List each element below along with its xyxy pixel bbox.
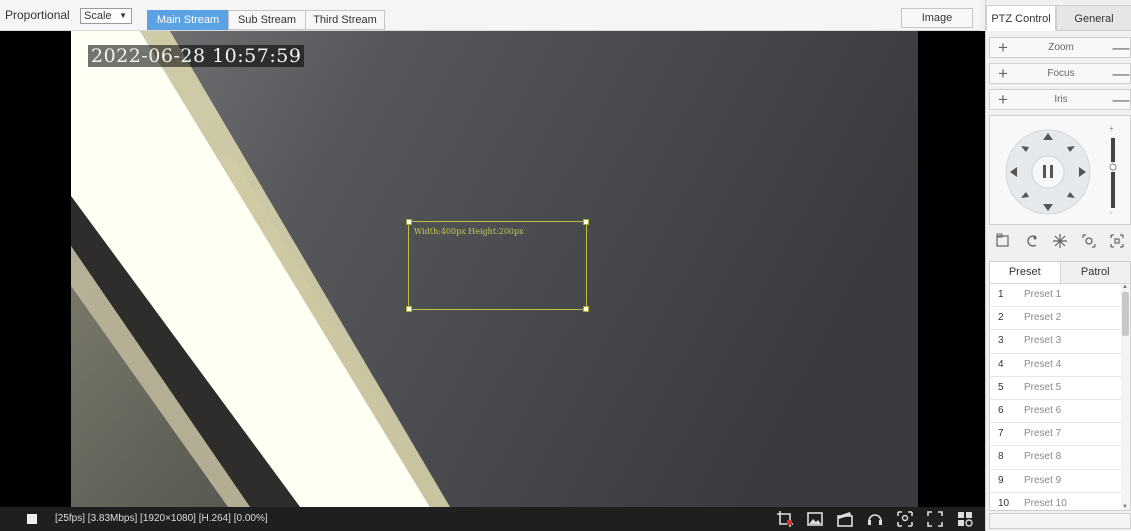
preset-number: 4 <box>998 358 1004 370</box>
preset-name: Preset 9 <box>1024 474 1062 486</box>
preset-name: Preset 5 <box>1024 381 1062 393</box>
layout-icon[interactable] <box>956 510 974 528</box>
preset-item[interactable]: 2 Preset 2 <box>990 307 1122 331</box>
tab-third-stream[interactable]: Third Stream <box>305 10 385 30</box>
roi-size-label: Width:400px Height:200px <box>414 227 524 236</box>
preset-number: 7 <box>998 428 1004 440</box>
preset-name: Preset 8 <box>1024 451 1062 463</box>
roi-handle[interactable] <box>583 219 589 225</box>
dropdown-arrow-icon: ▼ <box>119 11 127 20</box>
light-icon[interactable] <box>1079 231 1099 251</box>
zoom-out-button[interactable]: — <box>1110 38 1131 57</box>
scale-select[interactable]: Scale ▼ <box>80 8 132 24</box>
snapshot-icon[interactable] <box>806 510 824 528</box>
preset-name: Preset 7 <box>1024 428 1062 440</box>
zoom-area-icon[interactable] <box>896 510 914 528</box>
preset-number: 10 <box>998 497 1010 509</box>
preset-list: 1 Preset 1 2 Preset 2 3 Preset 3 4 Preset 4 … <box>990 284 1122 510</box>
preset-number: 9 <box>998 474 1004 486</box>
iris-close-button[interactable]: — <box>1110 90 1131 109</box>
image-button[interactable]: Image <box>901 8 973 28</box>
3d-position-icon[interactable] <box>1107 231 1127 251</box>
preset-scrollbar[interactable]: ▲ ▼ <box>1121 284 1130 510</box>
preset-item[interactable]: 9 Preset 9 <box>990 470 1122 493</box>
speed-plus-label: + <box>1109 124 1114 133</box>
iris-control: + Iris — <box>989 89 1131 110</box>
tab-preset[interactable]: Preset <box>990 262 1060 283</box>
zoom-in-button[interactable]: + <box>992 38 1014 57</box>
focus-far-button[interactable]: — <box>1110 64 1131 83</box>
preset-icon[interactable] <box>993 231 1013 251</box>
preset-item[interactable]: 5 Preset 5 <box>990 377 1122 400</box>
stream-info: [25fps] [3.83Mbps] [1920×1080] [H.264] [… <box>55 513 268 524</box>
speed-minus-label: - <box>1110 208 1113 217</box>
preset-number: 2 <box>998 312 1004 324</box>
focus-near-button[interactable]: + <box>992 64 1014 83</box>
osd-timestamp: 2022-06-28 10:57:59 <box>88 45 305 67</box>
video-tools <box>776 510 986 528</box>
zoom-control: + Zoom — <box>989 37 1131 58</box>
preset-item[interactable]: 3 Preset 3 <box>990 330 1122 354</box>
preset-tabs: Preset Patrol <box>990 262 1130 284</box>
status-bar: [25fps] [3.83Mbps] [1920×1080] [H.264] [… <box>0 507 985 531</box>
focus-control: + Focus — <box>989 63 1131 84</box>
ptz-panel: PTZ Control General Para... + Zoom — + F… <box>985 0 1131 531</box>
audio-icon[interactable] <box>866 510 884 528</box>
preset-item[interactable]: 1 Preset 1 <box>990 284 1122 308</box>
preset-item[interactable]: 4 Preset 4 <box>990 354 1122 377</box>
preset-number: 6 <box>998 404 1004 416</box>
scroll-thumb[interactable] <box>1122 292 1129 336</box>
preset-input-field[interactable] <box>989 513 1131 529</box>
preset-name: Preset 3 <box>1024 335 1062 347</box>
record-icon[interactable] <box>836 510 854 528</box>
preset-name: Preset 4 <box>1024 358 1062 370</box>
preset-item[interactable]: 10 Preset 10 <box>990 493 1122 510</box>
roi-handle[interactable] <box>406 306 412 312</box>
iris-open-button[interactable]: + <box>992 90 1014 109</box>
ptz-tools <box>989 231 1131 255</box>
wiper-icon[interactable] <box>1050 231 1070 251</box>
scroll-up-icon[interactable]: ▲ <box>1122 284 1128 290</box>
tab-main-stream[interactable]: Main Stream <box>147 10 229 30</box>
preset-number: 1 <box>998 289 1004 300</box>
scroll-down-icon[interactable]: ▼ <box>1122 504 1128 510</box>
ptz-direction-pad: + - <box>989 115 1131 225</box>
preset-number: 3 <box>998 335 1004 347</box>
tab-general-para[interactable]: General Para... <box>1056 5 1131 51</box>
roi-handle[interactable] <box>406 219 412 225</box>
roi-box[interactable]: Width:400px Height:200px <box>406 219 589 312</box>
focus-label: Focus <box>1047 68 1075 79</box>
crop-icon[interactable] <box>776 510 794 528</box>
preset-name: Preset 10 <box>1024 497 1067 509</box>
fullscreen-icon[interactable] <box>926 510 944 528</box>
proportional-label: Proportional <box>5 8 70 22</box>
stream-tabs: Main Stream Sub Stream Third Stream <box>147 10 385 30</box>
preset-panel: Preset Patrol 1 Preset 1 2 Preset 2 3 Prese… <box>989 261 1131 511</box>
cruise-icon[interactable] <box>1022 231 1042 251</box>
preset-name: Preset 2 <box>1024 312 1062 324</box>
live-video[interactable]: 2022-06-28 10:57:59 Width:400px Height:2… <box>0 31 985 507</box>
stop-icon[interactable] <box>27 514 37 524</box>
preset-name: Preset 6 <box>1024 404 1062 416</box>
preset-name: Preset 1 <box>1024 289 1062 300</box>
preset-number: 5 <box>998 381 1004 393</box>
preset-item[interactable]: 8 Preset 8 <box>990 446 1122 470</box>
zoom-label: Zoom <box>1048 42 1074 53</box>
preset-item[interactable]: 7 Preset 7 <box>990 423 1122 447</box>
tab-sub-stream[interactable]: Sub Stream <box>228 10 306 30</box>
preset-item[interactable]: 6 Preset 6 <box>990 400 1122 424</box>
iris-label: Iris <box>1054 94 1068 105</box>
tab-patrol[interactable]: Patrol <box>1059 262 1130 283</box>
roi-handle[interactable] <box>583 306 589 312</box>
panel-tabs: PTZ Control General Para... <box>986 5 1131 51</box>
preset-number: 8 <box>998 451 1004 463</box>
tab-ptz-control[interactable]: PTZ Control <box>986 5 1056 31</box>
video-toolbar: Proportional Scale ▼ Main Stream Sub Str… <box>0 0 980 31</box>
scale-select-value: Scale <box>84 10 112 22</box>
